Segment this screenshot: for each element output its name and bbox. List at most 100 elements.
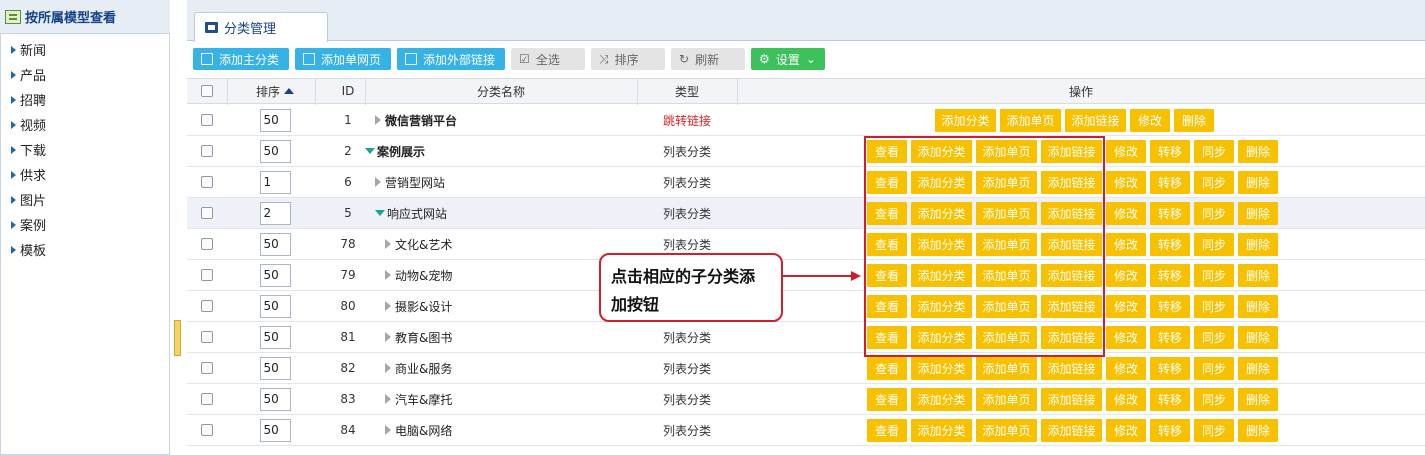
action-button[interactable]: 删除 (1174, 109, 1214, 132)
sort-order-input[interactable]: 50 (259, 387, 291, 411)
action-button[interactable]: 添加链接 (1065, 109, 1126, 132)
action-button[interactable]: 同步 (1194, 140, 1234, 163)
action-button[interactable]: 转移 (1150, 171, 1190, 194)
row-select-cell[interactable] (187, 291, 227, 321)
row-select-cell[interactable] (187, 415, 227, 445)
action-button[interactable]: 修改 (1106, 171, 1146, 194)
action-button[interactable]: 删除 (1238, 419, 1278, 442)
action-button[interactable]: 同步 (1194, 171, 1234, 194)
settings-button[interactable]: ⚙ 设置 ⌄ (751, 48, 826, 70)
action-button[interactable]: 添加分类 (911, 202, 972, 225)
action-button[interactable]: 添加单页 (976, 233, 1037, 256)
action-button[interactable]: 添加链接 (1041, 264, 1102, 287)
action-button[interactable]: 修改 (1130, 109, 1170, 132)
expanded-caret-icon[interactable] (375, 210, 385, 216)
table-row[interactable]: 2 5 响应式网站 列表分类 查看 添加分类 添加单页 添加链接 修改 转移 同步 删除 (187, 198, 1425, 229)
action-button[interactable]: 转移 (1150, 140, 1190, 163)
action-button[interactable]: 添加链接 (1041, 171, 1102, 194)
action-button[interactable]: 删除 (1238, 264, 1278, 287)
action-button[interactable]: 查看 (867, 357, 907, 380)
action-button[interactable]: 添加单页 (976, 140, 1037, 163)
checkbox[interactable] (201, 269, 213, 281)
checkbox[interactable] (201, 331, 213, 343)
action-button[interactable]: 转移 (1150, 264, 1190, 287)
action-button[interactable]: 同步 (1194, 264, 1234, 287)
checkbox[interactable] (201, 424, 213, 436)
action-button[interactable]: 删除 (1238, 357, 1278, 380)
collapsed-caret-icon[interactable] (385, 239, 391, 249)
action-button[interactable]: 同步 (1194, 388, 1234, 411)
expanded-caret-icon[interactable] (365, 148, 375, 154)
action-button[interactable]: 添加链接 (1041, 233, 1102, 256)
sort-order-input[interactable]: 50 (259, 418, 291, 442)
refresh-button[interactable]: ↻ 刷新 (671, 48, 746, 70)
action-button[interactable]: 添加分类 (911, 357, 972, 380)
action-button[interactable]: 添加分类 (911, 388, 972, 411)
action-button[interactable]: 添加链接 (1041, 202, 1102, 225)
action-button[interactable]: 修改 (1106, 419, 1146, 442)
action-button[interactable]: 转移 (1150, 388, 1190, 411)
action-button[interactable]: 修改 (1106, 202, 1146, 225)
table-row[interactable]: 50 80 摄影&设计 查看 添加分类 添加单页 添加链接 修改 转移 同步 删除 (187, 291, 1425, 322)
action-button[interactable]: 删除 (1238, 140, 1278, 163)
sidebar-item[interactable]: 视频 (1, 112, 169, 137)
row-select-cell[interactable] (187, 384, 227, 414)
add-main-category-button[interactable]: 添加主分类 (193, 48, 290, 70)
collapsed-caret-icon[interactable] (375, 115, 381, 125)
action-button[interactable]: 添加链接 (1041, 140, 1102, 163)
tab-category-management[interactable]: 分类管理 (194, 12, 328, 42)
action-button[interactable]: 添加分类 (911, 233, 972, 256)
action-button[interactable]: 同步 (1194, 419, 1234, 442)
table-row[interactable]: 50 81 教育&图书 列表分类 查看 添加分类 添加单页 添加链接 修改 转移 同步 删除 (187, 322, 1425, 353)
row-select-cell[interactable] (187, 136, 227, 166)
sidebar-item[interactable]: 模板 (1, 237, 169, 262)
sort-order-input[interactable]: 1 (259, 170, 291, 194)
action-button[interactable]: 删除 (1238, 202, 1278, 225)
add-single-page-button[interactable]: 添加单网页 (295, 48, 392, 70)
sort-order-input[interactable]: 50 (259, 294, 291, 318)
collapsed-caret-icon[interactable] (385, 332, 391, 342)
collapsed-caret-icon[interactable] (385, 394, 391, 404)
sort-order-input[interactable]: 50 (259, 139, 291, 163)
sort-order-input[interactable]: 2 (259, 201, 291, 225)
action-button[interactable]: 添加分类 (911, 295, 972, 318)
action-button[interactable]: 同步 (1194, 326, 1234, 349)
action-button[interactable]: 添加单页 (976, 326, 1037, 349)
sort-order-input[interactable]: 50 (259, 108, 291, 132)
action-button[interactable]: 添加单页 (976, 357, 1037, 380)
action-button[interactable]: 添加链接 (1041, 357, 1102, 380)
action-button[interactable]: 同步 (1194, 233, 1234, 256)
checkbox[interactable] (201, 176, 213, 188)
action-button[interactable]: 添加分类 (911, 419, 972, 442)
action-button[interactable]: 添加单页 (976, 388, 1037, 411)
checkbox[interactable] (201, 238, 213, 250)
action-button[interactable]: 修改 (1106, 140, 1146, 163)
action-button[interactable]: 添加分类 (911, 264, 972, 287)
action-button[interactable]: 添加链接 (1041, 326, 1102, 349)
action-button[interactable]: 删除 (1238, 295, 1278, 318)
action-button[interactable]: 转移 (1150, 326, 1190, 349)
row-select-cell[interactable] (187, 229, 227, 259)
sort-order-input[interactable]: 50 (259, 325, 291, 349)
collapsed-caret-icon[interactable] (385, 425, 391, 435)
action-button[interactable]: 添加链接 (1041, 295, 1102, 318)
action-button[interactable]: 添加分类 (911, 326, 972, 349)
table-row[interactable]: 1 6 营销型网站 列表分类 查看 添加分类 添加单页 添加链接 修改 转移 同步 删除 (187, 167, 1425, 198)
action-button[interactable]: 查看 (867, 326, 907, 349)
action-button[interactable]: 查看 (867, 388, 907, 411)
action-button[interactable]: 修改 (1106, 357, 1146, 380)
row-select-cell[interactable] (187, 322, 227, 352)
row-select-cell[interactable] (187, 105, 227, 135)
sort-order-input[interactable]: 50 (259, 263, 291, 287)
action-button[interactable]: 同步 (1194, 357, 1234, 380)
action-button[interactable]: 修改 (1106, 388, 1146, 411)
action-button[interactable]: 修改 (1106, 326, 1146, 349)
checkbox[interactable] (201, 85, 213, 97)
sidebar-item[interactable]: 下载 (1, 137, 169, 162)
checkbox[interactable] (201, 207, 213, 219)
action-button[interactable]: 修改 (1106, 233, 1146, 256)
action-button[interactable]: 添加分类 (911, 171, 972, 194)
row-select-cell[interactable] (187, 198, 227, 228)
action-button[interactable]: 添加分类 (935, 109, 996, 132)
select-all-button[interactable]: ☑ 全选 (511, 48, 586, 70)
